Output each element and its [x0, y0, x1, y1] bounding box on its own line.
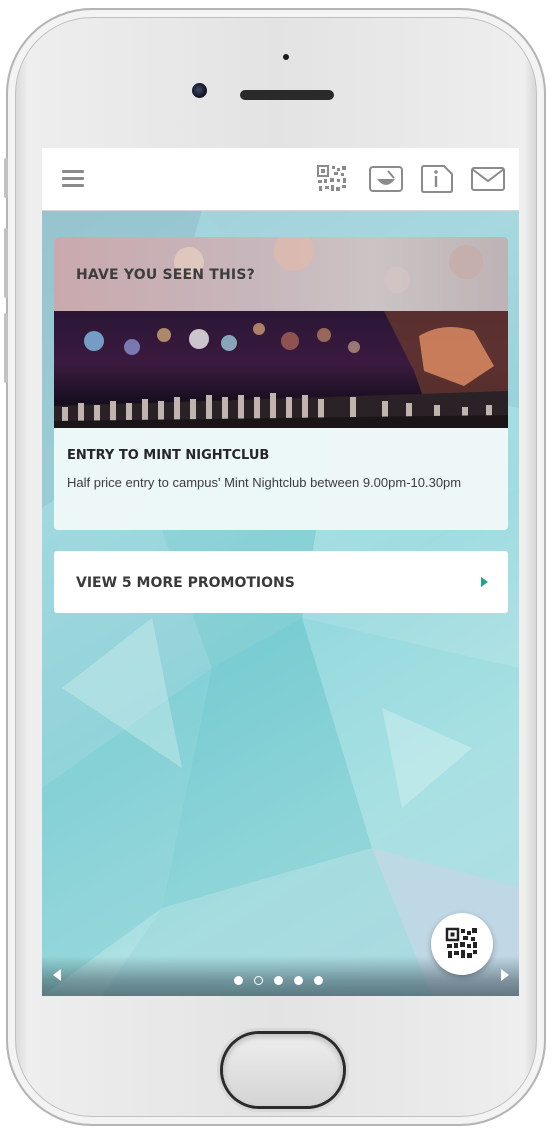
- page-dot-5[interactable]: [314, 976, 323, 985]
- page-dot-4[interactable]: [294, 976, 303, 985]
- view-more-promotions-button[interactable]: VIEW 5 MORE PROMOTIONS: [54, 551, 508, 613]
- promotion-title: ENTRY TO MINT NIGHTCLUB: [67, 448, 270, 463]
- mail-icon[interactable]: [470, 164, 506, 194]
- nightclub-dj-image: [54, 311, 508, 428]
- pagination-dots: [234, 972, 334, 985]
- front-camera: [192, 83, 207, 98]
- page-dot-2[interactable]: [254, 976, 263, 985]
- mortar-pestle-icon[interactable]: [368, 164, 404, 194]
- view-more-promotions-label: VIEW 5 MORE PROMOTIONS: [76, 575, 295, 591]
- earpiece-speaker: [240, 90, 334, 100]
- mute-switch: [4, 158, 8, 198]
- qr-code-icon: [445, 927, 477, 958]
- card-header: HAVE YOU SEEN THIS?: [54, 237, 508, 311]
- volume-up-button: [4, 228, 8, 298]
- app-screen: HAVE YOU SEEN THIS? ENTRY TO MINT NIGHTC…: [42, 148, 519, 996]
- volume-down-button: [4, 313, 8, 383]
- info-icon[interactable]: [420, 164, 454, 194]
- proximity-sensor: [283, 54, 289, 60]
- home-button[interactable]: [223, 1034, 343, 1106]
- card-body: ENTRY TO MINT NIGHTCLUB Half price entry…: [54, 428, 508, 530]
- promotion-description: Half price entry to campus' Mint Nightcl…: [67, 475, 462, 490]
- page-dot-1[interactable]: [234, 976, 243, 985]
- previous-arrow-icon[interactable]: [53, 969, 61, 981]
- qr-scan-button[interactable]: [431, 913, 493, 975]
- promotion-card[interactable]: HAVE YOU SEEN THIS? ENTRY TO MINT NIGHTC…: [54, 237, 508, 530]
- app-header: [42, 148, 519, 211]
- qr-code-icon[interactable]: [316, 164, 350, 194]
- page-dot-3[interactable]: [274, 976, 283, 985]
- menu-icon[interactable]: [62, 170, 84, 188]
- chevron-right-icon: [481, 577, 488, 587]
- card-heading: HAVE YOU SEEN THIS?: [76, 267, 255, 283]
- next-arrow-icon[interactable]: [501, 969, 509, 981]
